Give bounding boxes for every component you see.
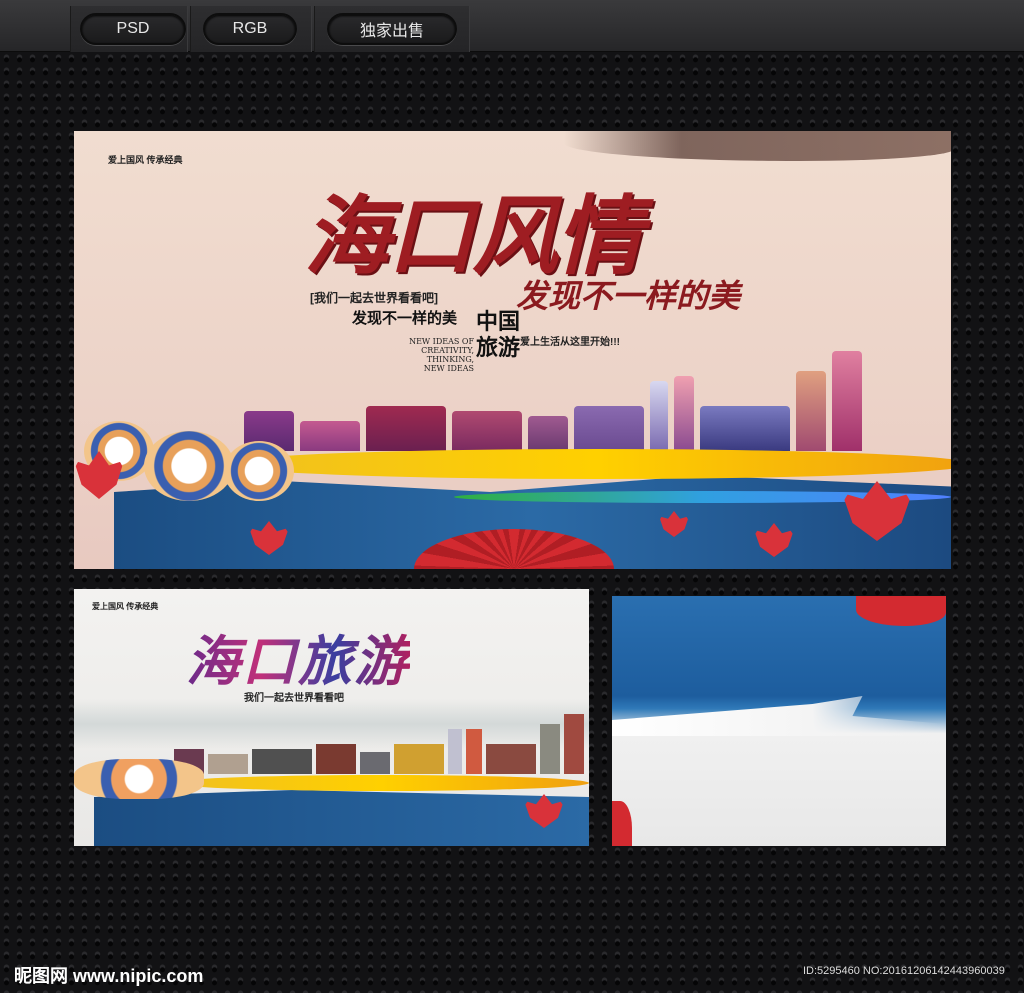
image-id: ID:5295460 NO:20161206142443960039 [803,965,1005,977]
red-petal [856,596,946,626]
rgb-button[interactable]: RGB [203,13,297,45]
skyline-illustration [244,341,944,451]
red-petal [612,801,632,846]
ink-wash [564,131,951,161]
cloud-decoration [224,441,294,501]
exclusive-sale-button[interactable]: 独家出售 [327,13,457,45]
poster-title: 海口旅游 [186,617,410,696]
poster-subtitle: 发现不一样的美 [516,277,741,315]
cloud-decoration [74,759,204,799]
texture-detail-preview [612,596,946,846]
discover-text: 发现不一样的美 [352,310,458,327]
tagline-top: 爱上国风 传承经典 [108,155,183,165]
cloud-decoration [144,431,234,501]
tagline-top: 爱上国风 传承经典 [92,602,159,611]
toolbar: PSD RGB 独家出售 [0,0,1024,52]
yellow-ribbon [224,449,951,479]
bracket-text: [我们一起去世界看看吧] [310,291,438,305]
wave-foam [612,696,946,736]
yellow-ribbon [174,775,589,791]
psd-button[interactable]: PSD [80,13,186,45]
site-logo[interactable]: 昵图网 www.nipic.com [14,962,203,988]
second-poster-preview: 爱上国风 传承经典 海口旅游 我们一起去世界看看吧 [74,589,589,846]
main-poster-preview: 爱上国风 传承经典 海口风情 发现不一样的美 [我们一起去世界看看吧] 发现不一… [74,131,951,569]
skyline-illustration [174,714,584,774]
